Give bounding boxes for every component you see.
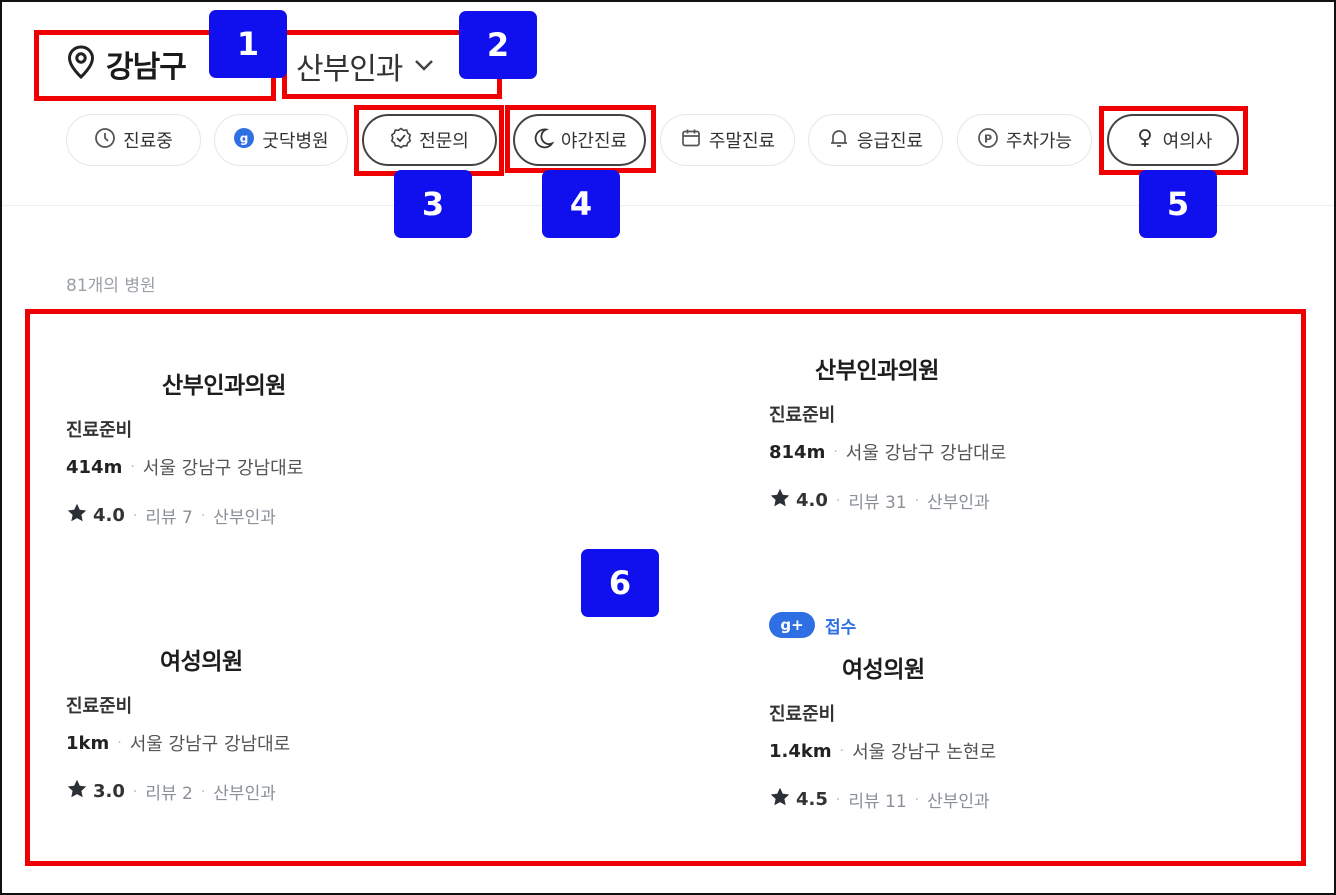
filter-label: 응급진료 xyxy=(856,131,924,152)
annotation-box-specialist xyxy=(354,105,504,176)
section-divider xyxy=(2,205,1334,206)
filter-chip-open-now[interactable]: 진료중 xyxy=(66,114,201,166)
filter-label: 주차가능 xyxy=(1005,131,1073,152)
annotation-number-5: 5 xyxy=(1139,170,1217,238)
annotation-number-6: 6 xyxy=(581,549,659,617)
filter-label: 진료중 xyxy=(123,131,173,152)
annotation-box-night-clinic xyxy=(505,105,656,173)
svg-text:g: g xyxy=(240,131,249,145)
result-count: 81개의 병원 xyxy=(66,276,156,296)
filter-chip-weekend-clinic[interactable]: 주말진료 xyxy=(660,114,795,166)
annotation-number-2: 2 xyxy=(459,11,537,79)
bell-icon xyxy=(828,127,850,154)
filter-chip-emergency[interactable]: 응급진료 xyxy=(808,114,943,166)
annotation-box-female-doctor xyxy=(1099,106,1248,175)
goodoc-badge-icon: g xyxy=(233,127,255,154)
filter-chip-goodoc-hospital[interactable]: g 굿닥병원 xyxy=(214,114,348,166)
filter-label: 주말진료 xyxy=(708,131,776,152)
annotation-number-4: 4 xyxy=(542,170,620,238)
annotation-number-3: 3 xyxy=(394,170,472,238)
calendar-icon xyxy=(680,127,702,154)
filter-label: 굿닥병원 xyxy=(262,131,329,152)
clock-icon xyxy=(94,127,116,154)
annotation-number-1: 1 xyxy=(209,10,287,78)
parking-icon: P xyxy=(977,127,999,154)
filter-chip-parking[interactable]: P 주차가능 xyxy=(957,114,1092,166)
svg-text:P: P xyxy=(984,132,992,145)
annotation-box-hospital-list xyxy=(25,309,1306,866)
